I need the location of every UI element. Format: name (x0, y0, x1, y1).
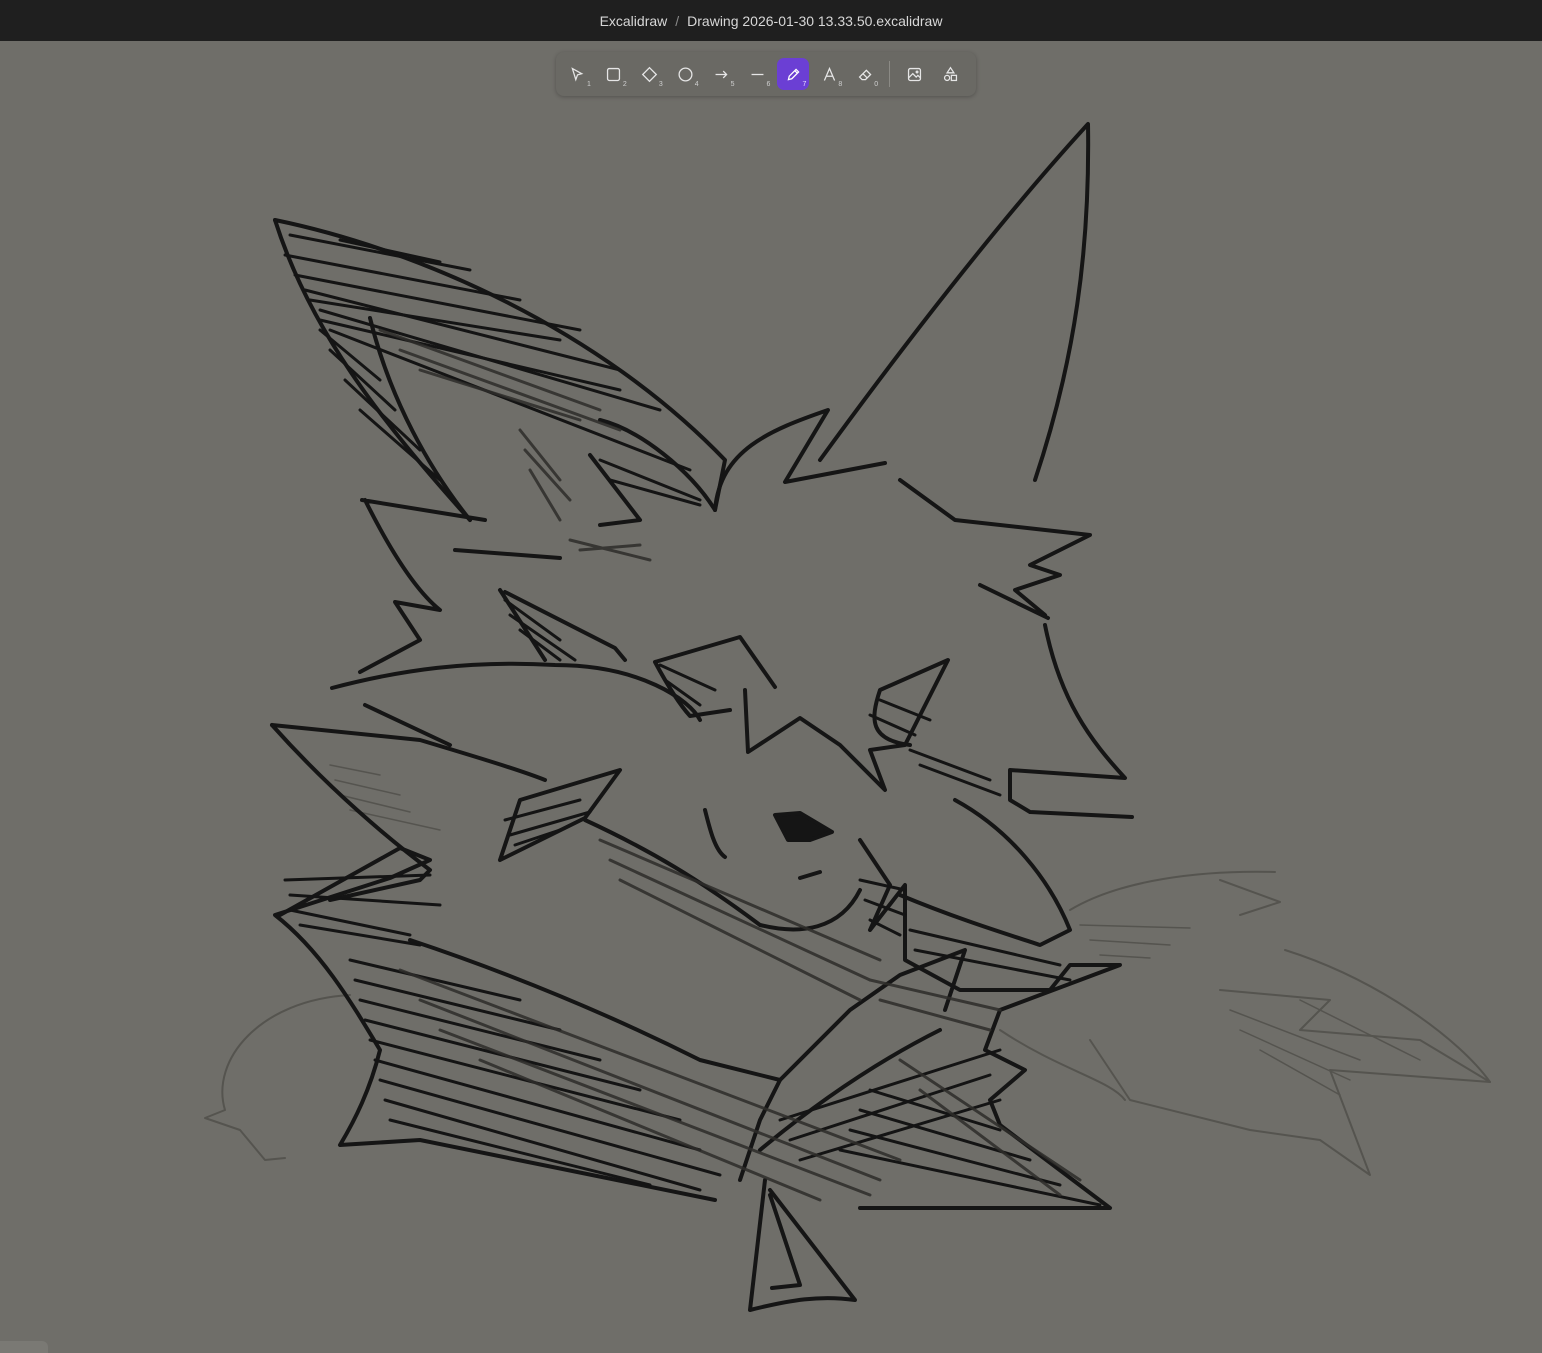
image-tool-button[interactable] (898, 58, 930, 90)
image-icon (907, 67, 921, 81)
diamond-icon (642, 66, 658, 82)
tool-shortcut-key: 1 (587, 81, 591, 88)
tool-shortcut-key: 7 (802, 81, 807, 88)
tool-shortcut-key: 4 (694, 81, 699, 88)
toolbar-divider (889, 61, 891, 87)
rectangle-tool-button[interactable]: 2 (598, 58, 630, 90)
tool-shortcut-key: 2 (622, 81, 627, 88)
eraser-tool-button[interactable]: 0 (849, 58, 881, 90)
arrow-icon (715, 70, 728, 78)
line-tool-button[interactable]: 6 (742, 58, 774, 90)
library-tool-button[interactable] (934, 58, 966, 90)
tool-shortcut-key: 6 (766, 81, 771, 88)
rectangle-icon (607, 67, 621, 81)
line-icon (751, 73, 764, 75)
freehand-sketch[interactable] (0, 0, 1542, 1353)
tool-shortcut-key: 0 (874, 81, 879, 88)
eraser-icon (858, 68, 872, 80)
tool-shortcut-key: 5 (730, 81, 735, 88)
diamond-tool-button[interactable]: 3 (634, 58, 666, 90)
text-tool-button[interactable]: 8 (813, 58, 845, 90)
text-icon (823, 66, 835, 81)
ellipse-icon (678, 66, 693, 82)
selection-tool-button[interactable]: 1 (562, 58, 594, 90)
pencil-icon (787, 67, 800, 80)
ellipse-tool-button[interactable]: 4 (670, 58, 702, 90)
pointer-icon (571, 66, 584, 82)
tool-shortcut-key: 3 (658, 81, 663, 88)
shapes-library-icon (943, 66, 957, 81)
arrow-tool-button[interactable]: 5 (706, 58, 738, 90)
freedraw-tool-button[interactable]: 7 (777, 58, 810, 90)
tools-toolbar: 1 2 3 4 5 6 7 8 0 (556, 52, 976, 96)
tool-shortcut-key: 8 (838, 81, 843, 88)
bottom-left-panel-tab[interactable] (0, 1341, 48, 1353)
